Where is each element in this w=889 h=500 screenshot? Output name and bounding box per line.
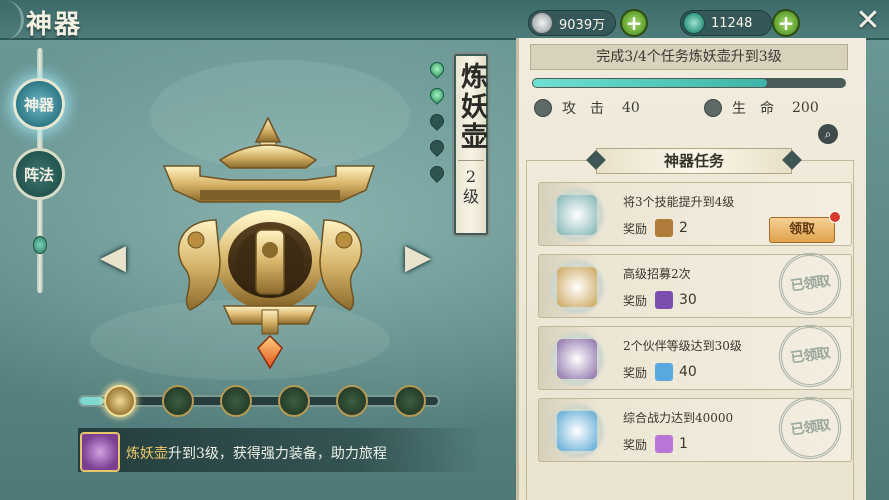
tab-formation-label: 阵法 <box>23 165 54 184</box>
hp-stat: 生命 200 <box>704 98 819 118</box>
fan-icon <box>655 435 674 453</box>
tip-text: 炼妖壶升到3级，获得强力装备，助力旅程 <box>126 443 387 463</box>
next-artifact-button[interactable]: ▶ <box>400 240 436 276</box>
artifact-image <box>162 116 376 370</box>
attack-label: 攻击 <box>562 101 618 117</box>
section-title: 神器任务 <box>596 148 792 174</box>
jade-counter: 11248 <box>680 10 772 36</box>
reward-label: 奖励 <box>623 221 648 236</box>
silver-value: 9039万 <box>559 17 606 33</box>
page-title: 神器 <box>26 10 83 40</box>
artifact-level-number: 2 <box>465 167 477 186</box>
task-reward: 奖励 40 <box>623 363 697 381</box>
reward-label: 奖励 <box>623 293 648 308</box>
scroll-icon <box>557 195 597 235</box>
star-level-indicator <box>427 59 447 192</box>
top-bar: 神器 9039万 + 11248 + ✕ <box>0 0 889 40</box>
silver-coin-icon <box>531 12 553 34</box>
attack-value: 40 <box>622 100 640 116</box>
prev-artifact-button[interactable]: ◀ <box>95 240 131 276</box>
reward-label: 奖励 <box>623 365 648 380</box>
plate-divider <box>458 160 484 161</box>
reward-value: 2 <box>679 220 688 236</box>
notification-dot <box>829 211 841 223</box>
sword-icon <box>534 99 552 117</box>
star-dot <box>427 85 447 105</box>
quest-header: 完成3/4个任务炼妖壶升到3级 <box>530 44 848 70</box>
task-row: 高级招募2次 奖励 30 已领取 <box>538 248 852 320</box>
attack-stat: 攻击 40 <box>534 98 640 118</box>
claimed-stamp: 已领取 <box>774 248 846 320</box>
close-button[interactable]: ✕ <box>852 6 884 38</box>
reward-value: 1 <box>679 436 688 452</box>
claimed-stamp: 已领取 <box>774 392 846 464</box>
reward-value: 40 <box>679 364 697 380</box>
tab-formation[interactable]: 阵法 <box>13 148 65 200</box>
bell-icon <box>557 267 597 307</box>
task-icon-frame <box>547 259 607 315</box>
task-name: 综合战力达到40000 <box>623 411 734 425</box>
task-icon-frame <box>547 187 607 243</box>
gem-box-icon <box>655 291 674 309</box>
artifact-selector-node[interactable] <box>220 385 252 417</box>
add-jade-button[interactable]: + <box>772 9 800 37</box>
silver-counter: 9039万 <box>528 10 616 36</box>
task-row: 将3个技能提升到4级 奖励 2 领取 <box>538 182 852 246</box>
portrait-icon <box>557 339 597 379</box>
task-name: 将3个技能提升到4级 <box>623 195 735 209</box>
reward-value: 30 <box>679 292 697 308</box>
magnifier-button[interactable]: ⌕ <box>818 124 838 144</box>
jade-value: 11248 <box>711 15 753 31</box>
tab-artifact-label: 神器 <box>23 95 54 114</box>
artifact-thumbnail-icon <box>80 432 120 472</box>
nav-bead-ornament <box>33 236 47 254</box>
artifact-name-plate: 炼妖壶 2 级 <box>452 52 490 237</box>
quest-progress-fill <box>533 79 767 87</box>
heart-icon <box>704 99 722 117</box>
task-icon-frame <box>547 403 607 459</box>
jade-icon <box>683 12 705 34</box>
tip-body: 升到3级，获得强力装备，助力旅程 <box>168 446 387 462</box>
corner-ornament <box>0 0 24 40</box>
task-row: 综合战力达到40000 奖励 1 已领取 <box>538 392 852 464</box>
wave-icon <box>557 411 597 451</box>
artifact-selector-node[interactable] <box>278 385 310 417</box>
book-icon <box>655 219 674 237</box>
task-name: 2个伙伴等级达到30级 <box>623 339 742 353</box>
task-row: 2个伙伴等级达到30级 奖励 40 已领取 <box>538 320 852 392</box>
artifact-level-unit: 级 <box>462 187 479 206</box>
tip-highlight: 炼妖壶 <box>126 446 168 462</box>
task-icon-frame <box>547 331 607 387</box>
tab-artifact[interactable]: 神器 <box>13 78 65 130</box>
hp-value: 200 <box>792 100 819 116</box>
claimed-stamp: 已领取 <box>774 320 846 392</box>
artifact-selector-fill <box>80 397 104 405</box>
artifact-selector-node[interactable] <box>104 385 136 417</box>
reward-label: 奖励 <box>623 437 648 452</box>
star-dot <box>427 163 447 183</box>
task-name: 高级招募2次 <box>623 267 691 281</box>
star-dot <box>427 59 447 79</box>
star-dot <box>427 111 447 131</box>
star-dot <box>427 137 447 157</box>
task-reward: 奖励 1 <box>623 435 688 453</box>
artifact-selector-node[interactable] <box>336 385 368 417</box>
add-silver-button[interactable]: + <box>620 9 648 37</box>
hp-label: 生命 <box>732 101 788 117</box>
artifact-name: 炼妖壶 <box>456 62 487 152</box>
claim-button[interactable]: 领取 <box>769 217 835 243</box>
artifact-selector-node[interactable] <box>162 385 194 417</box>
task-reward: 奖励 2 <box>623 219 688 237</box>
crystal-icon <box>655 363 674 381</box>
artifact-selector-node[interactable] <box>394 385 426 417</box>
task-reward: 奖励 30 <box>623 291 697 309</box>
